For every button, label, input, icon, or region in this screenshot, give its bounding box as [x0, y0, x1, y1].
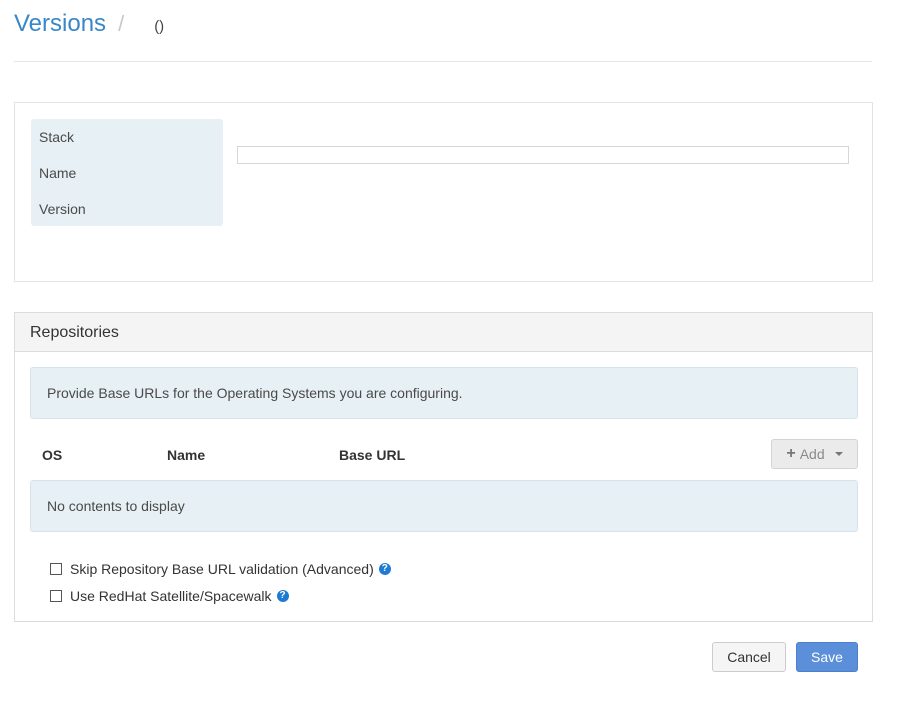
breadcrumb-versions-link[interactable]: Versions — [14, 10, 106, 38]
skip-validation-option: Skip Repository Base URL validation (Adv… — [50, 561, 391, 577]
breadcrumb-current: () — [154, 18, 165, 35]
skip-validation-checkbox[interactable] — [50, 563, 62, 575]
column-header-base-url: Base URL — [339, 447, 406, 463]
version-edit-page: Versions / () Stack Name Version Reposit… — [0, 0, 924, 707]
breadcrumb-separator: / — [118, 11, 125, 36]
name-input[interactable] — [237, 146, 849, 164]
details-label-column: Stack Name Version — [31, 119, 223, 226]
column-header-os: OS — [42, 447, 63, 463]
help-icon[interactable]: ? — [276, 590, 289, 602]
stack-details-panel: Stack Name Version — [14, 102, 873, 282]
use-satellite-option: Use RedHat Satellite/Spacewalk ? — [50, 588, 289, 604]
empty-repositories-text: No contents to display — [47, 498, 185, 514]
skip-validation-label[interactable]: Skip Repository Base URL validation (Adv… — [70, 561, 374, 577]
repositories-panel-heading: Repositories — [15, 313, 872, 352]
version-label: Version — [39, 201, 86, 217]
base-url-info-text: Provide Base URLs for the Operating Syst… — [47, 385, 463, 401]
use-satellite-checkbox[interactable] — [50, 590, 62, 602]
caret-down-icon — [834, 452, 843, 456]
repositories-panel: Repositories Provide Base URLs for the O… — [14, 312, 873, 622]
base-url-info-alert: Provide Base URLs for the Operating Syst… — [30, 367, 858, 419]
empty-repositories-alert: No contents to display — [30, 480, 858, 532]
breadcrumb: Versions / () — [14, 10, 164, 42]
name-label: Name — [39, 165, 77, 181]
stack-label: Stack — [39, 129, 75, 145]
help-icon[interactable]: ? — [378, 563, 391, 575]
plus-icon: + — [786, 445, 796, 462]
add-label: Add — [799, 446, 825, 462]
add-os-dropdown-button[interactable]: + Add — [771, 439, 858, 469]
header-divider — [14, 61, 872, 62]
use-satellite-label[interactable]: Use RedHat Satellite/Spacewalk — [70, 588, 272, 604]
cancel-button[interactable]: Cancel — [712, 642, 786, 672]
column-header-name: Name — [167, 447, 206, 463]
save-button[interactable]: Save — [796, 642, 858, 672]
repositories-title: Repositories — [30, 324, 119, 341]
